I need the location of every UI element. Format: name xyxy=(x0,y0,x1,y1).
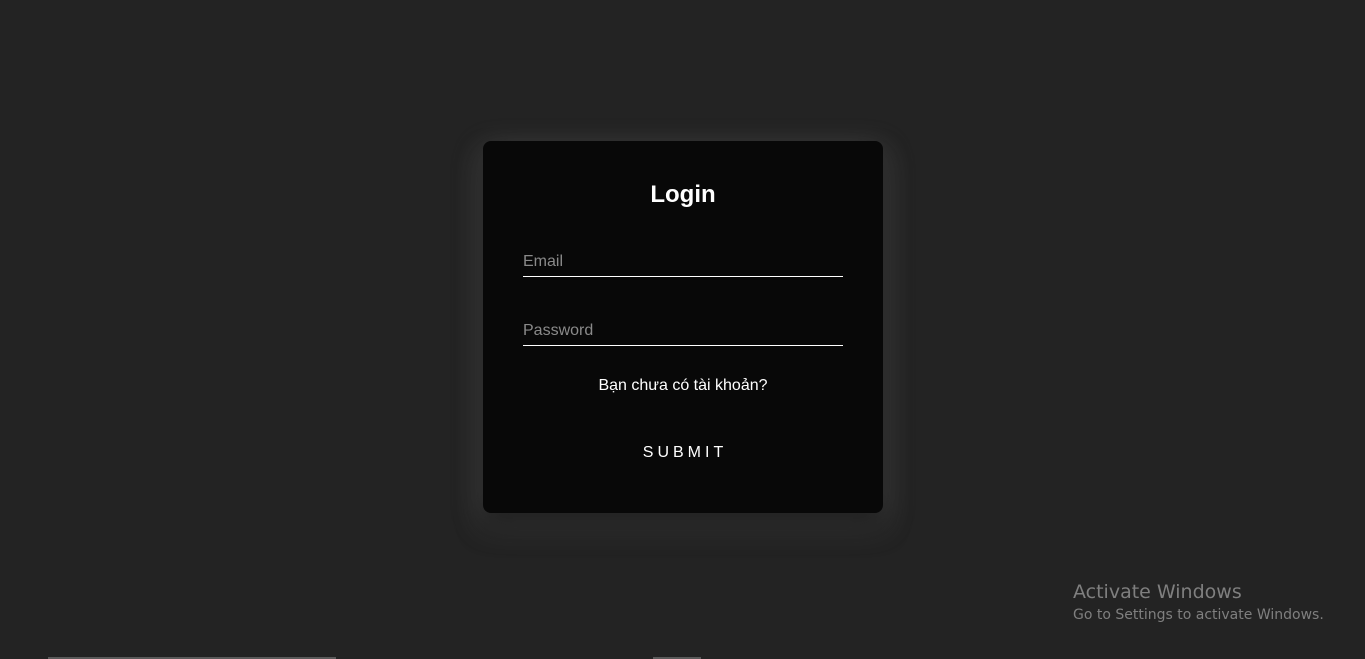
activate-windows-title: Activate Windows xyxy=(1073,581,1242,603)
email-field[interactable] xyxy=(523,247,843,277)
page: Login Bạn chưa có tài khoản? SUBMIT Acti… xyxy=(0,0,1365,659)
email-field-wrapper xyxy=(523,247,843,277)
password-field[interactable] xyxy=(523,316,843,346)
login-title: Login xyxy=(650,181,716,208)
password-field-wrapper xyxy=(523,316,843,346)
activate-windows-watermark: Activate Windows Go to Settings to activ… xyxy=(1073,580,1324,625)
submit-button[interactable]: SUBMIT xyxy=(623,439,743,467)
login-card: Login Bạn chưa có tài khoản? SUBMIT xyxy=(483,141,883,513)
signup-link[interactable]: Bạn chưa có tài khoản? xyxy=(483,376,883,396)
activate-windows-subtitle: Go to Settings to activate Windows. xyxy=(1073,607,1324,623)
